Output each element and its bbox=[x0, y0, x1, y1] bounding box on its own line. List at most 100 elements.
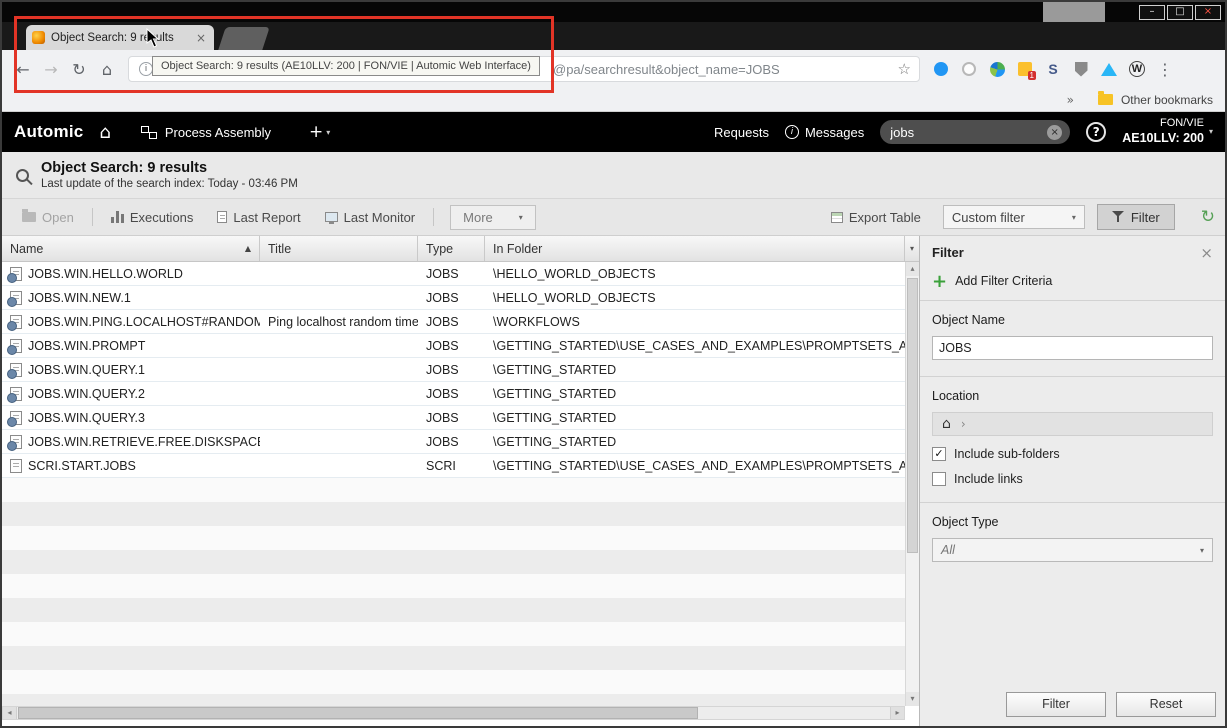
include-subfolders-checkbox[interactable]: ✓ bbox=[932, 447, 946, 461]
location-breadcrumb[interactable]: ⌂ › bbox=[932, 412, 1213, 436]
export-table-button[interactable]: Export Table bbox=[821, 206, 931, 229]
automic-logo: Automic bbox=[14, 122, 83, 142]
search-clear-icon[interactable]: × bbox=[1047, 125, 1062, 140]
global-search-input[interactable] bbox=[888, 124, 1041, 141]
cell-name: JOBS.WIN.RETRIEVE.FREE.DISKSPACE bbox=[2, 430, 260, 453]
cell-name: JOBS.WIN.HELLO.WORLD bbox=[2, 262, 260, 285]
forward-icon[interactable]: → bbox=[40, 60, 62, 79]
bookmark-star-icon[interactable]: ☆ bbox=[898, 60, 911, 78]
sort-asc-icon: ▲ bbox=[245, 244, 251, 253]
client-name: FON/VIE bbox=[1160, 117, 1204, 129]
custom-filter-dropdown[interactable]: Custom filter ▾ bbox=[943, 205, 1085, 229]
scroll-down-icon[interactable]: ▾ bbox=[906, 692, 919, 706]
back-icon[interactable]: ← bbox=[12, 60, 34, 79]
filter-reset-button[interactable]: Reset bbox=[1116, 692, 1216, 717]
tab-strip: Object Search: 9 results × bbox=[2, 22, 1225, 50]
add-filter-criteria-button[interactable]: + Add Filter Criteria bbox=[920, 266, 1225, 301]
browser-menu-icon[interactable]: ⋮ bbox=[1154, 58, 1176, 80]
more-dropdown[interactable]: More ▾ bbox=[450, 205, 536, 230]
table-row[interactable]: SCRI.START.JOBSSCRI\GETTING_STARTED\USE_… bbox=[2, 454, 905, 478]
help-icon[interactable]: ? bbox=[1086, 122, 1106, 142]
cell-folder: \HELLO_WORLD_OBJECTS bbox=[485, 286, 905, 309]
jobs-object-icon bbox=[10, 315, 22, 329]
funnel-icon bbox=[1112, 211, 1124, 223]
page-info-icon[interactable]: i bbox=[139, 62, 153, 76]
chevron-down-icon: ▾ bbox=[1209, 127, 1213, 137]
tab-tooltip: Object Search: 9 results (AE10LLV: 200 |… bbox=[152, 56, 540, 76]
browser-window: – □ × Object Search: 9 results × ← → ↻ ⌂… bbox=[0, 0, 1227, 728]
vertical-scrollbar-thumb[interactable] bbox=[907, 278, 918, 553]
other-bookmarks-label[interactable]: Other bookmarks bbox=[1121, 93, 1213, 107]
action-toolbar: Open Executions Last Report Last Monitor… bbox=[2, 198, 1225, 236]
filter-close-icon[interactable]: × bbox=[1200, 247, 1213, 259]
horizontal-scrollbar-thumb[interactable] bbox=[18, 707, 698, 719]
app-home-icon[interactable]: ⌂ bbox=[99, 122, 110, 143]
requests-link[interactable]: Requests bbox=[714, 125, 769, 140]
table-row[interactable]: JOBS.WIN.QUERY.2JOBS\GETTING_STARTED bbox=[2, 382, 905, 406]
filter-toggle-button[interactable]: Filter bbox=[1097, 204, 1175, 230]
messages-link[interactable]: i Messages bbox=[785, 125, 864, 140]
extension-gray-circle-icon[interactable] bbox=[958, 58, 980, 80]
column-header-title[interactable]: Title bbox=[260, 236, 418, 261]
table-row[interactable]: JOBS.WIN.PING.LOCALHOST#RANDOMPing local… bbox=[2, 310, 905, 334]
add-view-button[interactable]: + ▾ bbox=[309, 122, 330, 142]
column-header-type[interactable]: Type bbox=[418, 236, 485, 261]
last-report-button[interactable]: Last Report bbox=[207, 206, 310, 229]
browser-tab[interactable]: Object Search: 9 results × bbox=[26, 25, 214, 50]
last-monitor-button[interactable]: Last Monitor bbox=[315, 206, 426, 229]
page-subtitle: Last update of the search index: Today -… bbox=[41, 178, 298, 190]
page-title: Object Search: 9 results bbox=[41, 160, 298, 176]
mouse-cursor bbox=[146, 28, 160, 48]
location-label: Location bbox=[932, 389, 1213, 403]
new-tab-button[interactable] bbox=[218, 27, 269, 50]
column-header-name[interactable]: Name ▲ bbox=[2, 236, 260, 261]
table-row[interactable]: JOBS.WIN.PROMPTJOBS\GETTING_STARTED\USE_… bbox=[2, 334, 905, 358]
executions-button[interactable]: Executions bbox=[101, 206, 204, 229]
extension-blue-circle-icon[interactable] bbox=[930, 58, 952, 80]
cell-name: JOBS.WIN.PROMPT bbox=[2, 334, 260, 357]
cell-title bbox=[260, 286, 418, 309]
extension-w-icon[interactable]: W bbox=[1126, 58, 1148, 80]
scroll-up-icon[interactable]: ▴ bbox=[906, 262, 919, 276]
column-header-folder[interactable]: In Folder bbox=[485, 236, 905, 261]
extension-s-icon[interactable]: S bbox=[1042, 58, 1064, 80]
scroll-left-icon[interactable]: ◂ bbox=[3, 707, 17, 719]
object-type-dropdown[interactable]: All ▾ bbox=[932, 538, 1213, 562]
include-subfolders-option[interactable]: ✓ Include sub-folders bbox=[932, 447, 1213, 461]
scroll-right-icon[interactable]: ▸ bbox=[890, 707, 904, 719]
tab-process-assembly[interactable]: Process Assembly bbox=[141, 125, 271, 140]
toolbar-separator bbox=[92, 208, 93, 226]
executions-icon bbox=[111, 211, 124, 223]
table-row[interactable]: JOBS.WIN.RETRIEVE.FREE.DISKSPACEJOBS\GET… bbox=[2, 430, 905, 454]
include-links-option[interactable]: Include links bbox=[932, 472, 1213, 486]
object-name-input[interactable] bbox=[932, 336, 1213, 360]
extension-shield-icon[interactable] bbox=[1070, 58, 1092, 80]
vertical-scrollbar[interactable]: ▴ ▾ bbox=[905, 262, 919, 706]
table-row[interactable]: JOBS.WIN.QUERY.1JOBS\GETTING_STARTED bbox=[2, 358, 905, 382]
table-row[interactable]: JOBS.WIN.QUERY.3JOBS\GETTING_STARTED bbox=[2, 406, 905, 430]
filter-apply-button[interactable]: Filter bbox=[1006, 692, 1106, 717]
column-options-icon[interactable]: ▾ bbox=[905, 236, 919, 261]
maximize-button[interactable]: □ bbox=[1167, 5, 1193, 20]
table-row[interactable]: JOBS.WIN.HELLO.WORLDJOBS\HELLO_WORLD_OBJ… bbox=[2, 262, 905, 286]
cell-name: SCRI.START.JOBS bbox=[2, 454, 260, 477]
horizontal-scrollbar[interactable]: ◂ ▸ bbox=[2, 706, 905, 720]
extension-triangle-icon[interactable] bbox=[1098, 58, 1120, 80]
tab-close-icon[interactable]: × bbox=[194, 31, 208, 45]
open-button[interactable]: Open bbox=[12, 206, 84, 229]
bookmarks-overflow-icon[interactable]: » bbox=[1067, 93, 1074, 107]
table-row[interactable]: JOBS.WIN.NEW.1JOBS\HELLO_WORLD_OBJECTS bbox=[2, 286, 905, 310]
info-icon: i bbox=[785, 125, 799, 139]
reload-icon[interactable]: ↻ bbox=[68, 60, 90, 79]
chevron-down-icon: ▾ bbox=[519, 213, 523, 222]
include-links-checkbox[interactable] bbox=[932, 472, 946, 486]
refresh-icon[interactable]: ↻ bbox=[1201, 207, 1215, 227]
minimize-button[interactable]: – bbox=[1139, 5, 1165, 20]
cell-name: JOBS.WIN.QUERY.3 bbox=[2, 406, 260, 429]
extension-notes-icon[interactable]: 1 bbox=[1014, 58, 1036, 80]
close-button[interactable]: × bbox=[1195, 5, 1221, 20]
extension-globe-icon[interactable] bbox=[986, 58, 1008, 80]
home-icon[interactable]: ⌂ bbox=[942, 416, 951, 432]
browser-home-icon[interactable]: ⌂ bbox=[96, 60, 118, 79]
client-menu[interactable]: FON/VIE AE10LLV: 200 ▾ bbox=[1122, 117, 1213, 147]
